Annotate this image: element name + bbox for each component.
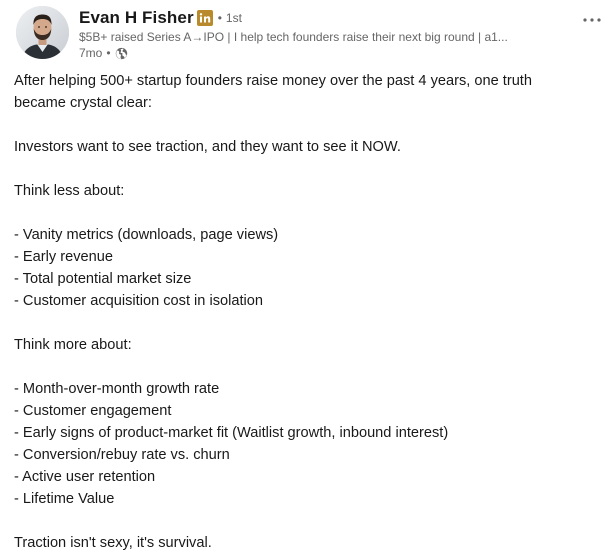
author-headline[interactable]: $5B+ raised Series A→IPO | I help tech f… [79,29,549,45]
post-line: - Active user retention [14,469,156,485]
post-line: - Customer engagement [14,403,172,419]
post-time[interactable]: 7mo [79,45,102,62]
connection-degree: 1st [225,11,242,25]
more-options-button[interactable] [578,10,602,30]
globe-icon [115,47,128,60]
author-name[interactable]: Evan H Fisher [79,8,194,28]
feed-post: Evan H Fisher • 1st $5B+ raised Series A… [0,0,602,559]
post-line [14,356,584,378]
post-line [14,312,584,334]
post-line: - Vanity metrics (downloads, page views) [14,227,279,243]
post-timestamp-row: 7mo • [79,45,559,62]
post-line: Investors want to see traction, and they… [14,139,401,155]
author-name-row: Evan H Fisher • 1st [79,7,559,29]
post-line: - Early signs of product-market fit (Wai… [14,425,449,441]
post-line: - Conversion/rebuy rate vs. churn [14,447,230,463]
post-line: - Customer acquisition cost in isolation [14,293,264,309]
post-line: - Lifetime Value [14,491,115,507]
post-line [14,510,584,532]
post-line: - Early revenue [14,249,113,265]
author-avatar[interactable] [16,6,69,59]
post-line [14,114,584,136]
post-line [14,158,584,180]
separator-dot: • [217,11,222,25]
post-line: After helping 500+ startup founders rais… [14,73,537,111]
post-text: After helping 500+ startup founders rais… [14,70,584,554]
post-line: - Month-over-month growth rate [14,381,220,397]
post-line: - Total potential market size [14,271,192,287]
more-horizontal-icon [583,18,601,22]
avatar-photo [16,6,69,59]
post-line: Think more about: [14,337,132,353]
post-line [14,202,584,224]
author-meta: Evan H Fisher • 1st $5B+ raised Series A… [79,7,559,62]
post-header: Evan H Fisher • 1st $5B+ raised Series A… [16,6,601,64]
linkedin-icon [196,10,213,26]
post-line: Traction isn't sexy, it's survival. [14,535,212,551]
post-line: Think less about: [14,183,125,199]
separator-dot: • [106,46,111,60]
